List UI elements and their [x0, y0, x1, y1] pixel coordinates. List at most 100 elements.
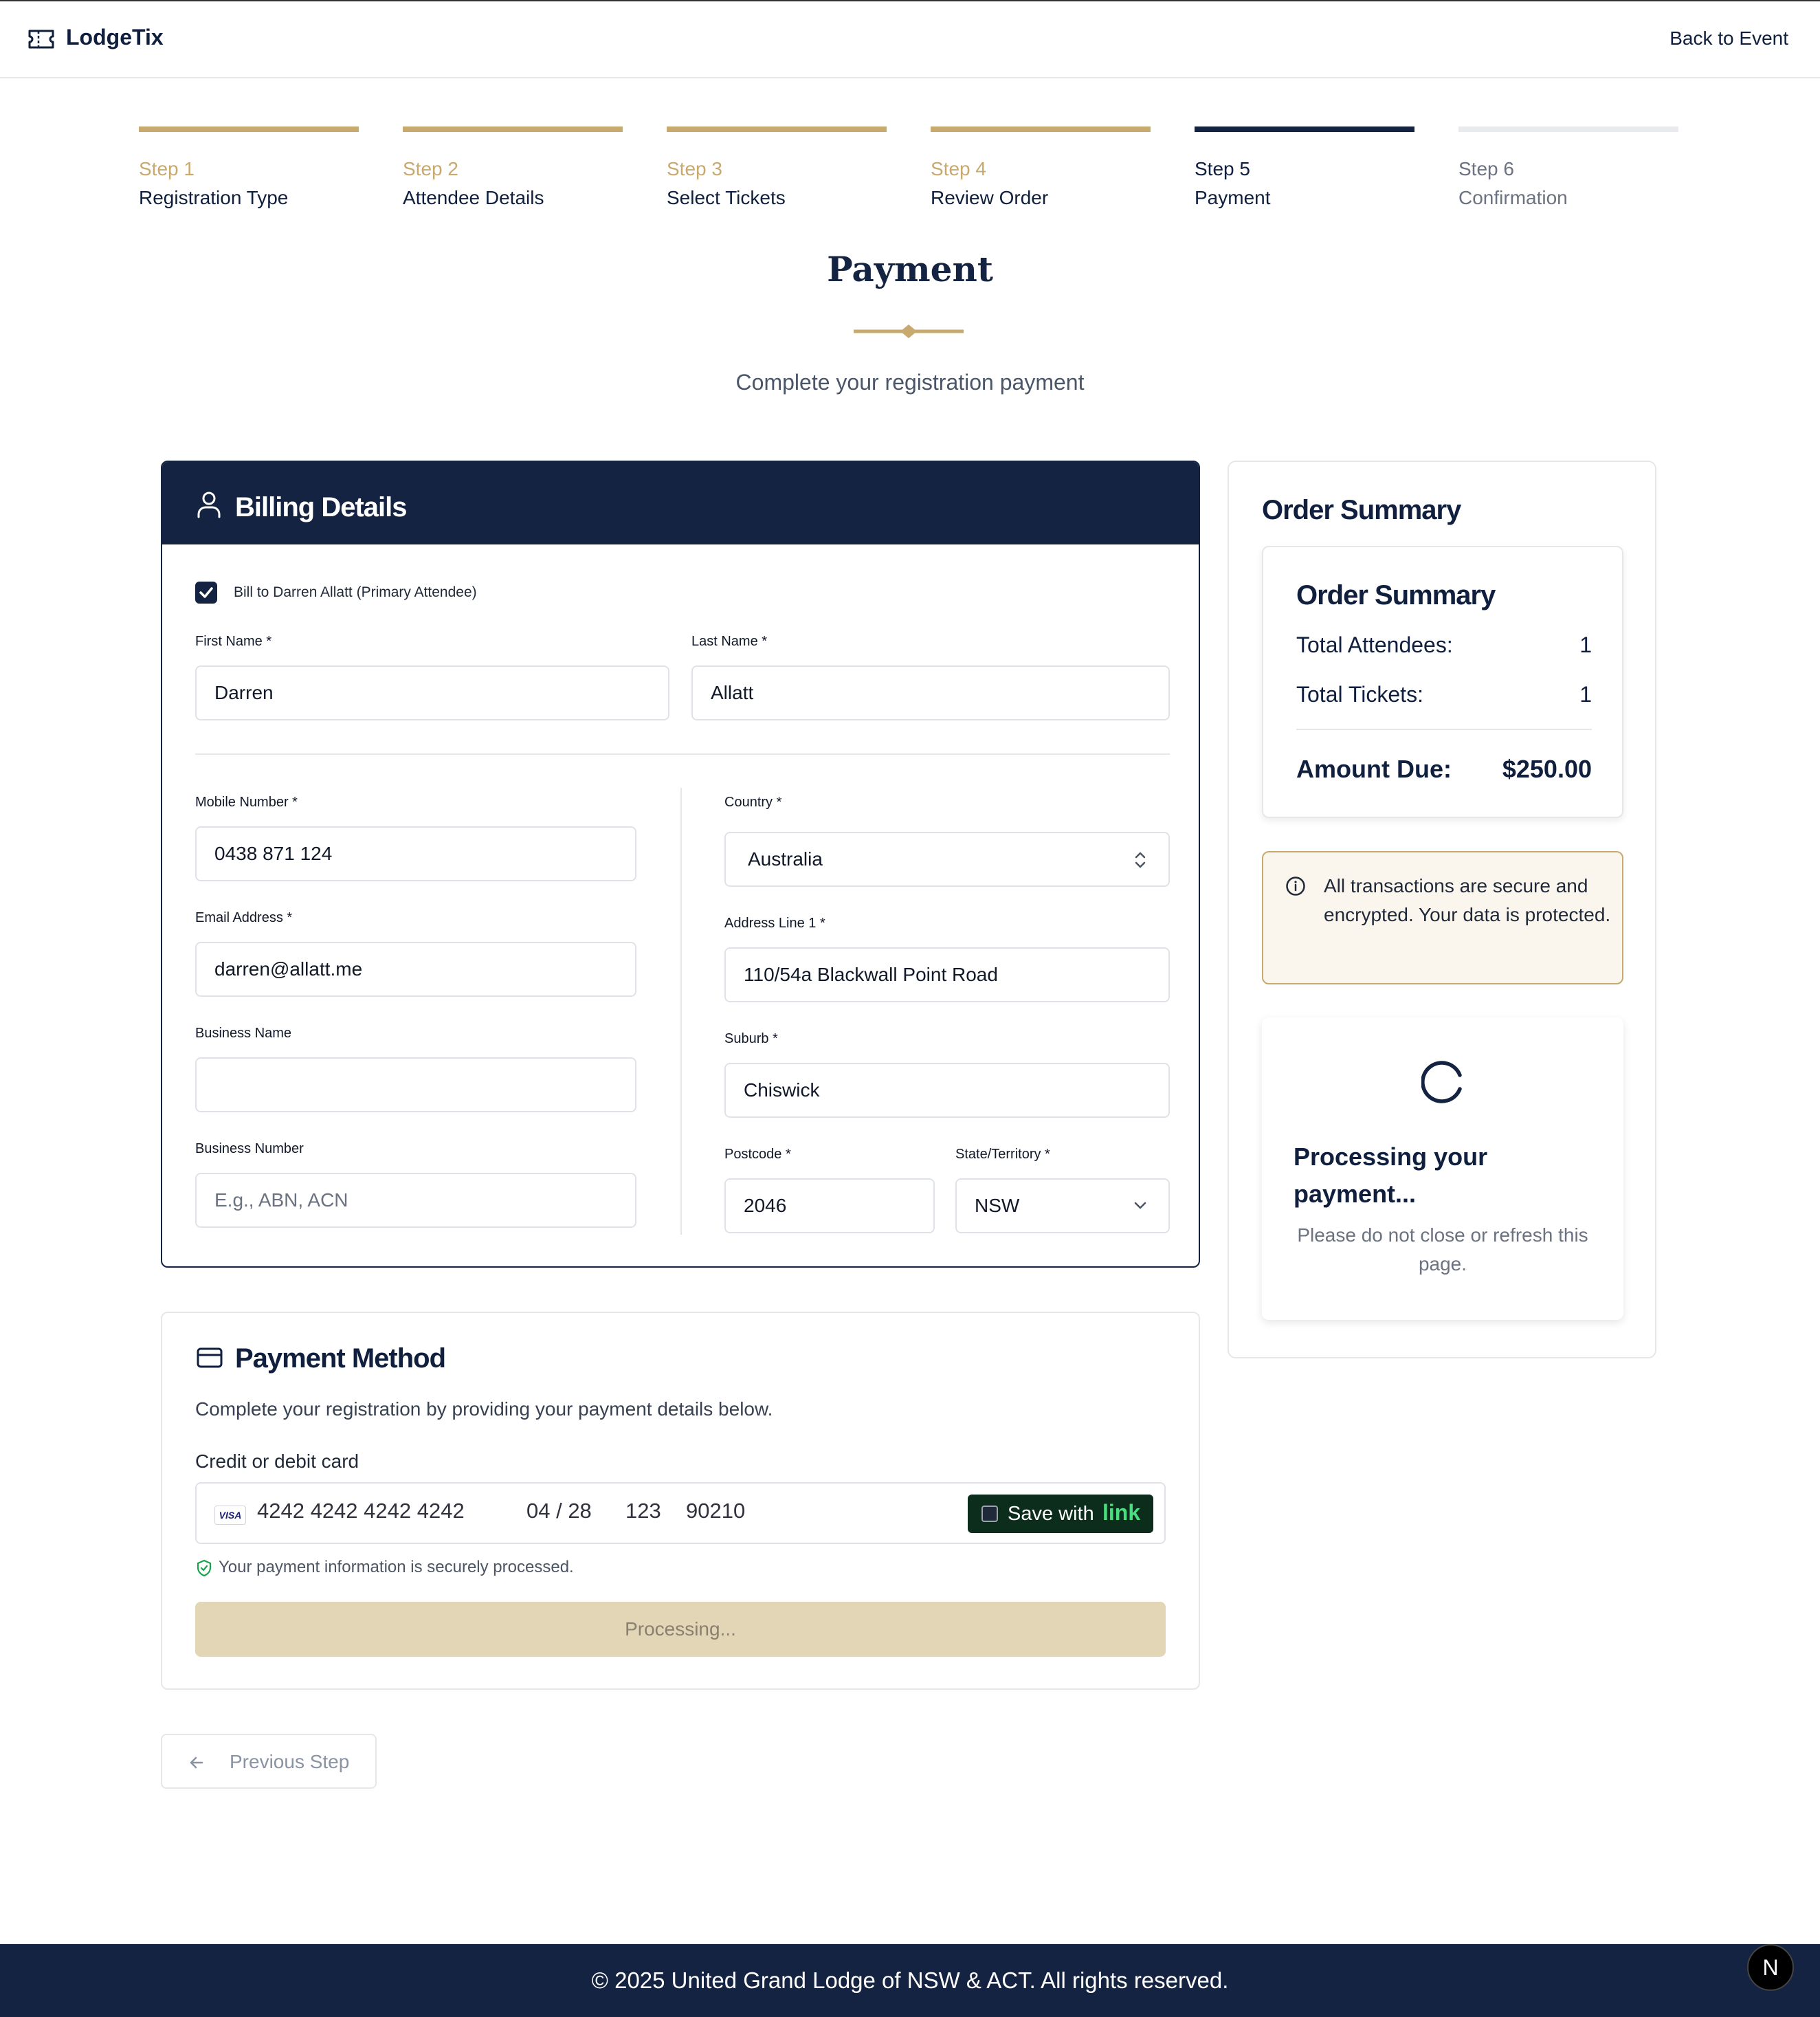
- chevron-down-icon: [1134, 1202, 1146, 1209]
- step-select-tickets[interactable]: Step 3 Select Tickets: [667, 126, 887, 209]
- step-number: Step 4: [931, 158, 986, 179]
- save-with-link-checkbox[interactable]: [981, 1506, 998, 1522]
- processing-submit-button[interactable]: Processing...: [195, 1602, 1166, 1657]
- business-name-label: Business Name: [195, 1026, 292, 1041]
- amount-due-value: $250.00: [1502, 755, 1592, 783]
- previous-step-button[interactable]: Previous Step: [161, 1734, 377, 1789]
- secure-transactions-notice: All transactions are secure and encrypte…: [1262, 851, 1623, 984]
- first-name-input[interactable]: Darren: [195, 665, 669, 720]
- ticket-icon: [28, 30, 54, 49]
- page-subtitle: Complete your registration payment: [735, 370, 1085, 395]
- amount-due-label: Amount Due:: [1296, 755, 1452, 783]
- card-field-label: Credit or debit card: [195, 1451, 359, 1472]
- back-to-event-link[interactable]: Back to Event: [1669, 27, 1788, 49]
- state-value: NSW: [975, 1195, 1020, 1216]
- business-number-input[interactable]: E.g., ABN, ACN: [195, 1173, 636, 1228]
- last-name-label: Last Name *: [691, 634, 768, 649]
- link-logo: link: [1102, 1500, 1141, 1525]
- step-confirmation: Step 6 Confirmation: [1458, 126, 1678, 209]
- order-summary-card: Order Summary Total Attendees: 1 Total T…: [1262, 546, 1623, 818]
- dev-tools-badge[interactable]: N: [1747, 1944, 1794, 1991]
- step-registration-type[interactable]: Step 1 Registration Type: [139, 126, 359, 209]
- brand-logo[interactable]: LodgeTix: [66, 25, 164, 50]
- step-label: Registration Type: [139, 187, 289, 208]
- secure-processing-note: Your payment information is securely pro…: [219, 1558, 574, 1576]
- step-review-order[interactable]: Step 4 Review Order: [931, 126, 1151, 209]
- step-attendee-details[interactable]: Step 2 Attendee Details: [403, 126, 623, 209]
- postcode-label: Postcode *: [724, 1147, 791, 1162]
- step-label: Review Order: [931, 187, 1049, 208]
- address1-input[interactable]: 110/54a Blackwall Point Road: [724, 947, 1170, 1002]
- bill-to-primary-label: Bill to Darren Allatt (Primary Attendee): [234, 584, 477, 600]
- suburb-input[interactable]: Chiswick: [724, 1063, 1170, 1118]
- step-label: Payment: [1195, 187, 1271, 208]
- step-progress-bar: [139, 126, 359, 132]
- business-name-input[interactable]: [195, 1057, 636, 1112]
- step-progress-bar: [1195, 126, 1414, 132]
- total-attendees-value: 1: [1579, 632, 1592, 657]
- credit-card-icon: [197, 1347, 223, 1368]
- order-summary-title: Order Summary: [1262, 495, 1461, 525]
- suburb-label: Suburb *: [724, 1031, 778, 1046]
- visa-icon: VISA: [214, 1506, 246, 1525]
- step-label: Attendee Details: [403, 187, 544, 208]
- user-icon: [197, 492, 221, 518]
- page-title: Payment: [827, 249, 993, 289]
- amount-due-row: Amount Due: $250.00: [1296, 755, 1592, 784]
- processing-status-card: Processing your payment... Please do not…: [1262, 1017, 1623, 1320]
- secure-transactions-text: All transactions are secure and encrypte…: [1324, 875, 1611, 925]
- address1-label: Address Line 1 *: [724, 916, 825, 931]
- step-progress-bar: [1458, 126, 1678, 132]
- step-number: Step 6: [1458, 158, 1514, 179]
- total-attendees-row: Total Attendees: 1: [1296, 632, 1592, 658]
- card-number-input[interactable]: 4242 4242 4242 4242: [257, 1499, 465, 1523]
- state-select[interactable]: NSW: [955, 1178, 1170, 1233]
- step-progress-bar: [931, 126, 1151, 132]
- save-with-label: Save with: [1008, 1503, 1094, 1525]
- total-attendees-label: Total Attendees:: [1296, 632, 1453, 657]
- loading-spinner-icon: [1421, 1061, 1462, 1103]
- chevron-up-down-icon: [1135, 852, 1146, 868]
- card-input-row: VISA 4242 4242 4242 4242 04 / 28 123 902…: [195, 1482, 1166, 1544]
- card-expiry-input[interactable]: 04 / 28: [526, 1499, 592, 1523]
- step-number: Step 3: [667, 158, 722, 179]
- payment-description: Complete your registration by providing …: [195, 1398, 773, 1420]
- email-label: Email Address *: [195, 910, 293, 925]
- decorative-divider: [854, 324, 964, 338]
- save-with-link-button[interactable]: Save with link: [968, 1495, 1153, 1533]
- info-icon: [1286, 877, 1305, 896]
- card-cvc-input[interactable]: 123: [625, 1499, 661, 1523]
- billing-details-card: Billing Details Bill to Darren Allatt (P…: [161, 461, 1200, 1268]
- country-label: Country *: [724, 795, 782, 810]
- country-select[interactable]: Australia: [724, 832, 1170, 887]
- check-icon: [199, 587, 213, 598]
- order-summary-card-title: Order Summary: [1296, 580, 1496, 610]
- step-number: Step 5: [1195, 158, 1250, 179]
- footer-copyright: © 2025 United Grand Lodge of NSW & ACT. …: [591, 1968, 1229, 1993]
- previous-step-label: Previous Step: [230, 1751, 350, 1772]
- postcode-input[interactable]: 2046: [724, 1178, 935, 1233]
- app-header: [0, 1, 1820, 78]
- column-divider: [680, 788, 682, 1235]
- processing-message: Please do not close or refresh this page…: [1297, 1224, 1588, 1275]
- mobile-input[interactable]: 0438 871 124: [195, 826, 636, 881]
- total-tickets-label: Total Tickets:: [1296, 682, 1423, 707]
- card-zip-input[interactable]: 90210: [686, 1499, 745, 1523]
- last-name-input[interactable]: Allatt: [691, 665, 1170, 720]
- step-number: Step 1: [139, 158, 195, 179]
- step-number: Step 2: [403, 158, 458, 179]
- section-divider: [195, 753, 1170, 755]
- summary-divider: [1296, 729, 1592, 730]
- step-label: Confirmation: [1458, 187, 1568, 208]
- payment-method-card: Payment Method Complete your registratio…: [161, 1312, 1200, 1690]
- processing-title: Processing your payment...: [1294, 1143, 1488, 1208]
- bill-to-primary-checkbox[interactable]: [195, 582, 217, 604]
- email-input[interactable]: darren@allatt.me: [195, 942, 636, 997]
- state-label: State/Territory *: [955, 1147, 1050, 1162]
- business-number-label: Business Number: [195, 1141, 304, 1156]
- billing-title: Billing Details: [235, 492, 407, 522]
- step-progress-bar: [403, 126, 623, 132]
- first-name-label: First Name *: [195, 634, 272, 649]
- order-summary-panel: Order Summary Order Summary Total Attend…: [1228, 461, 1656, 1358]
- step-progress-bar: [667, 126, 887, 132]
